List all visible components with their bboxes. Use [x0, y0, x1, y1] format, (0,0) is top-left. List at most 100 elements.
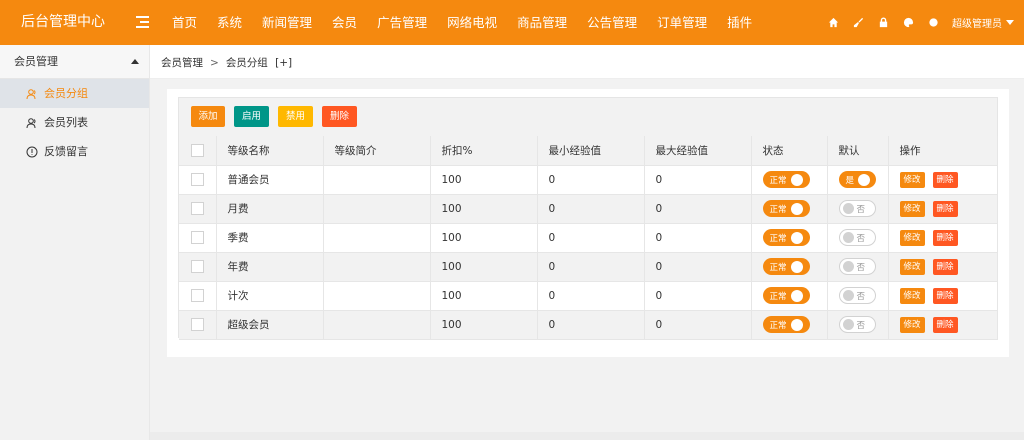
status-toggle[interactable]: 正常 — [762, 316, 810, 333]
sidebar-item-member-list[interactable]: 会员列表 — [0, 108, 149, 137]
cell-intro — [323, 252, 431, 282]
cell-actions: 修改 删除 — [888, 194, 998, 224]
table-row[interactable]: 超级会员 100 0 0 正常否修改 删除 — [179, 310, 998, 340]
row-checkbox[interactable] — [191, 318, 204, 331]
toggle-knob — [790, 318, 803, 331]
nav-item[interactable]: 系统 — [207, 0, 252, 45]
edit-button[interactable]: 修改 — [899, 258, 925, 275]
row-checkbox-cell[interactable] — [179, 194, 217, 224]
toggle-knob — [790, 260, 803, 273]
row-checkbox-cell[interactable] — [179, 252, 217, 282]
row-delete-button[interactable]: 删除 — [932, 229, 958, 246]
row-delete-button[interactable]: 删除 — [932, 316, 958, 333]
select-all-checkbox-cell[interactable] — [179, 136, 217, 166]
row-delete-button[interactable]: 删除 — [932, 287, 958, 304]
edit-button[interactable]: 修改 — [899, 229, 925, 246]
default-toggle[interactable]: 否 — [838, 229, 876, 246]
nav-item[interactable]: 公告管理 — [577, 0, 647, 45]
globe-icon[interactable] — [928, 17, 939, 28]
row-checkbox-cell[interactable] — [179, 310, 217, 340]
broom-icon[interactable] — [853, 17, 864, 28]
disable-button[interactable]: 禁用 — [278, 106, 313, 127]
sidebar-group-member-management[interactable]: 会员管理 — [0, 45, 149, 79]
lock-icon[interactable] — [878, 17, 889, 28]
status-toggle[interactable]: 正常 — [762, 200, 810, 217]
enable-button[interactable]: 启用 — [234, 106, 269, 127]
edit-button[interactable]: 修改 — [899, 316, 925, 333]
nav-item[interactable]: 网络电视 — [437, 0, 507, 45]
default-toggle[interactable]: 否 — [838, 258, 876, 275]
row-checkbox[interactable] — [191, 260, 204, 273]
member-group-table: 等级名称 等级简介 折扣% 最小经验值 最大经验值 状态 默认 操作 普通会员 1… — [179, 136, 998, 340]
footer-strip — [150, 432, 1024, 440]
status-toggle[interactable]: 正常 — [762, 287, 810, 304]
default-toggle-label: 否 — [856, 204, 866, 215]
status-toggle[interactable]: 正常 — [762, 171, 810, 188]
cell-default: 否 — [827, 194, 889, 224]
table-row[interactable]: 季费 100 0 0 正常否修改 删除 — [179, 223, 998, 253]
edit-button[interactable]: 修改 — [899, 287, 925, 304]
palette-icon[interactable] — [903, 17, 914, 28]
sidebar-item-feedback[interactable]: 反馈留言 — [0, 137, 149, 166]
breadcrumb-add-link[interactable]: [+] — [275, 57, 292, 69]
toggle-knob — [790, 202, 803, 215]
row-delete-button[interactable]: 删除 — [932, 258, 958, 275]
nav-item[interactable]: 首页 — [162, 0, 207, 45]
default-toggle[interactable]: 否 — [838, 287, 876, 304]
nav-item[interactable]: 商品管理 — [507, 0, 577, 45]
col-header: 等级简介 — [323, 136, 431, 166]
row-checkbox[interactable] — [191, 173, 204, 186]
cell-name: 普通会员 — [216, 165, 324, 195]
row-checkbox-cell[interactable] — [179, 281, 217, 311]
cell-actions: 修改 删除 — [888, 223, 998, 253]
select-all-checkbox[interactable] — [191, 143, 204, 157]
edit-button[interactable]: 修改 — [899, 171, 925, 188]
nav-item[interactable]: 插件 — [717, 0, 762, 45]
nav-item[interactable]: 会员 — [322, 0, 367, 45]
cell-name: 计次 — [216, 281, 324, 311]
toggle-knob — [842, 232, 854, 243]
table-row[interactable]: 月费 100 0 0 正常否修改 删除 — [179, 194, 998, 224]
default-toggle[interactable]: 是 — [838, 171, 876, 188]
edit-button[interactable]: 修改 — [899, 200, 925, 217]
cell-status: 正常 — [751, 310, 828, 340]
col-header: 最大经验值 — [644, 136, 752, 166]
breadcrumb-current: 会员分组 — [225, 57, 268, 69]
brand-title[interactable]: 后台管理中心 — [0, 0, 150, 45]
toolbar: 添加 启用 禁用 删除 — [191, 106, 366, 127]
table-row[interactable]: 普通会员 100 0 0 正常是修改 删除 — [179, 165, 998, 195]
row-checkbox[interactable] — [191, 202, 204, 215]
delete-button[interactable]: 删除 — [322, 106, 357, 127]
default-toggle[interactable]: 否 — [838, 316, 876, 333]
toggle-knob — [858, 173, 871, 186]
cell-min-exp: 0 — [537, 310, 645, 340]
nav-item[interactable]: 新闻管理 — [252, 0, 322, 45]
cell-actions: 修改 删除 — [888, 165, 998, 195]
home-icon[interactable] — [828, 17, 839, 28]
status-toggle[interactable]: 正常 — [762, 258, 810, 275]
table-row[interactable]: 计次 100 0 0 正常否修改 删除 — [179, 281, 998, 311]
breadcrumb-root[interactable]: 会员管理 — [161, 57, 203, 69]
admin-label: 超级管理员 — [952, 19, 1002, 30]
row-checkbox[interactable] — [191, 289, 204, 302]
status-toggle-label: 正常 — [769, 291, 787, 302]
status-toggle[interactable]: 正常 — [762, 229, 810, 246]
row-delete-button[interactable]: 删除 — [932, 171, 958, 188]
default-toggle-label: 否 — [856, 233, 866, 244]
row-checkbox-cell[interactable] — [179, 165, 217, 195]
nav-item[interactable]: 订单管理 — [647, 0, 717, 45]
sidebar-item-member-groups[interactable]: 会员分组 — [0, 79, 149, 108]
toggle-knob — [842, 261, 854, 272]
row-checkbox-cell[interactable] — [179, 223, 217, 253]
row-checkbox[interactable] — [191, 231, 204, 244]
default-toggle[interactable]: 否 — [838, 200, 876, 217]
row-delete-button[interactable]: 删除 — [932, 200, 958, 217]
add-button[interactable]: 添加 — [191, 106, 225, 127]
admin-menu[interactable]: 超级管理员 — [952, 15, 1014, 30]
menu-toggle-icon[interactable] — [136, 16, 149, 28]
table-panel: 添加 启用 禁用 删除 等级名称 等级简介 折扣% 最小经验值 最大经验值 状态… — [178, 97, 998, 340]
cell-min-exp: 0 — [537, 252, 645, 282]
table-row[interactable]: 年费 100 0 0 正常否修改 删除 — [179, 252, 998, 282]
nav-item[interactable]: 广告管理 — [367, 0, 437, 45]
cell-intro — [323, 281, 431, 311]
